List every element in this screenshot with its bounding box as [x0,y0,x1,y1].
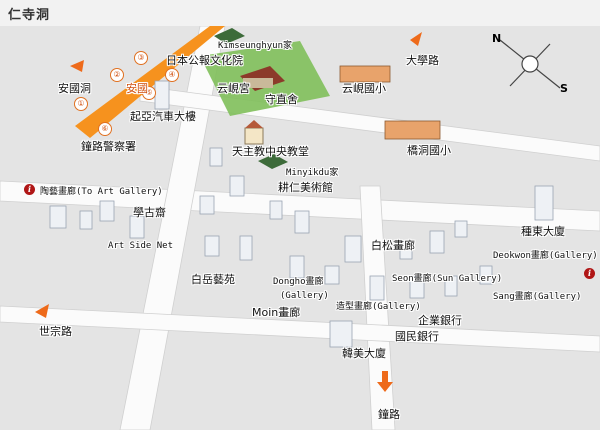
label-hakgojae: 學古齋 [133,206,166,219]
info-icon[interactable]: i [584,268,595,279]
building-18 [324,265,340,285]
building-14 [534,185,554,221]
building-15 [204,235,220,257]
building-8 [269,200,283,220]
label-gukmin-bank: 國民銀行 [395,330,439,343]
compass-south: S [560,82,568,95]
building-kia [154,80,170,110]
label-kia-building: 起亞汽車大樓 [130,110,196,123]
marker-1: ① [74,97,88,111]
label-baeksong-gallery: 白松畫廊 [371,239,415,252]
label-catholic-church: 天主教中央教堂 [232,145,309,158]
building-5 [129,215,145,239]
label-gyodong-school: 橋洞國小 [407,144,451,157]
map-frame: 仁寺洞 N S ③ ② ④ ⑤ ① ⑥ i i Kimseunghyun家 日本… [0,0,600,430]
map-header: 仁寺洞 [0,0,600,27]
label-unhyeon-school: 云峴國小 [342,82,386,95]
building-17 [289,255,305,279]
label-gyeongin-museum: 耕仁美術館 [278,181,333,194]
school-unhyeon [339,65,391,83]
label-sejong-ro: 世宗路 [39,325,72,338]
label-moin-gallery: Moin畫廊 [252,306,301,319]
building-3 [79,210,93,230]
building-13 [454,220,468,238]
label-unhyeon-gung: 云峴宮 [217,82,250,95]
marker-6: ⑥ [98,122,112,136]
label-to-art-gallery: 陶藝畫廊(To Art Gallery) [40,187,163,197]
label-jongno-police: 鐘路警察署 [81,140,136,153]
label-dongho-gallery-1: Dongho畫廊 [273,277,324,287]
building-16 [239,235,253,261]
building-2 [49,205,67,229]
building-12 [429,230,445,254]
label-joheung-gallery: 造型畫廊(Gallery) [336,302,421,312]
building-19 [369,275,385,301]
label-anguk-station: 安國 [126,82,148,95]
label-gieop-bank: 企業銀行 [418,314,462,327]
label-baekak-yewon: 白岳藝苑 [191,273,235,286]
label-jongdong-building: 種東大廈 [521,225,565,238]
label-minyikdu: Minyikdu家 [286,168,339,178]
label-art-side-net: Art Side Net [108,241,174,251]
label-kimseunghyun: Kimseunghyun家 [218,41,293,51]
label-sujikgsa: 守直舍 [265,93,298,106]
building-4 [99,200,115,222]
label-deokwon-gallery: Deokwon畫廊(Gallery) [493,251,598,261]
label-sang-gallery: Sang畫廊(Gallery) [493,292,582,302]
label-dongho-gallery-2: (Gallery) [280,291,329,301]
map-title: 仁寺洞 [8,8,51,23]
marker-2: ② [110,68,124,82]
school-gyodong [384,120,441,140]
marker-4: ④ [165,68,179,82]
building-7 [229,175,245,197]
label-seon-gallery: Seon畫廊(Sun Gallery) [392,274,503,284]
label-daehak-ro: 大學路 [406,54,439,67]
compass-north: N [492,32,502,45]
info-icon[interactable]: i [24,184,35,195]
marker-3: ③ [134,51,148,65]
label-anguk-dong: 安國洞 [58,82,91,95]
label-japan-culture: 日本公報文化院 [166,54,243,67]
label-jong-ro: 鐘路 [378,408,400,421]
building-6 [199,195,215,215]
building-1 [209,147,223,167]
building-9 [294,210,310,234]
building-hanmi [329,320,353,348]
building-10 [344,235,362,263]
label-hanmi-building: 韓美大廈 [342,347,386,360]
